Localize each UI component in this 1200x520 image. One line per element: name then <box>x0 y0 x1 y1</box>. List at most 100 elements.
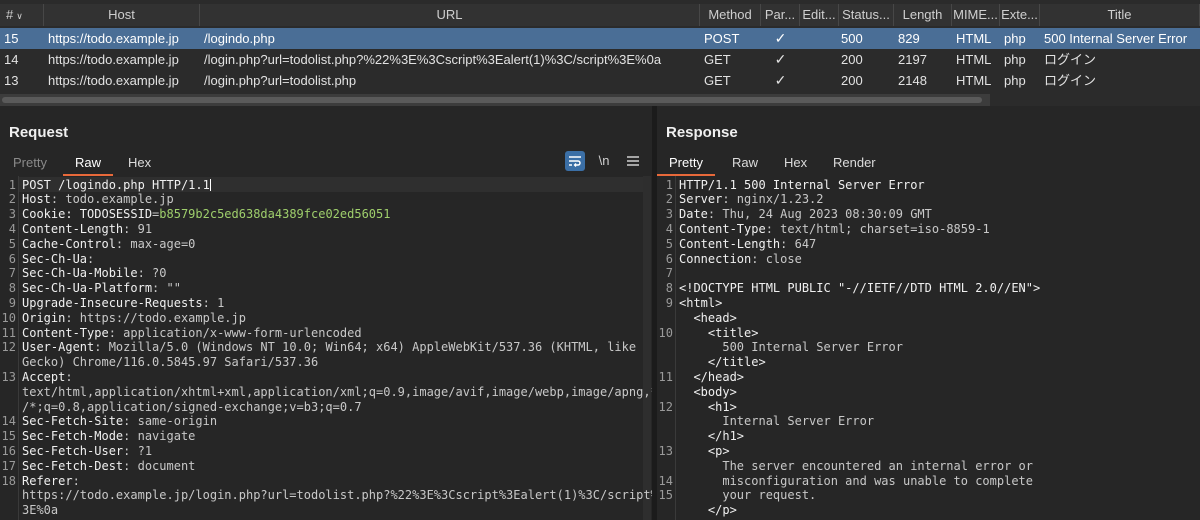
table-row[interactable]: 13 https://todo.example.jp /login.php?ur… <box>0 70 1200 91</box>
code-line: Host: todo.example.jp <box>22 192 174 207</box>
code-line: User-Agent: Mozilla/5.0 (Windows NT 10.0… <box>22 340 636 355</box>
header-name: Content-Type <box>22 325 109 340</box>
code-line: Date: Thu, 24 Aug 2023 08:30:09 GMT <box>679 207 932 222</box>
code-line: 3E%0a <box>22 503 58 518</box>
line-number: 9 <box>8 295 16 310</box>
column-header-mime[interactable]: MIME... <box>952 4 1000 26</box>
cell-method: POST <box>704 31 740 46</box>
column-header-method[interactable]: Method <box>700 4 761 26</box>
code-line: Sec-Fetch-Site: same-origin <box>22 414 217 429</box>
code-line: Sec-Ch-Ua-Mobile: ?0 <box>22 266 167 281</box>
cell-mime: HTML <box>956 73 992 88</box>
request-toolbar: \n <box>565 151 645 171</box>
column-header-url[interactable]: URL <box>200 4 700 26</box>
tab-raw[interactable]: Raw <box>732 153 758 173</box>
wrap-lines-icon[interactable] <box>565 151 585 171</box>
code-line: </p> <box>679 503 737 518</box>
header-value: : https://todo.example.jp <box>65 310 246 325</box>
cell-method: GET <box>704 52 731 67</box>
code-line: <!DOCTYPE HTML PUBLIC "-//IETF//DTD HTML… <box>679 281 1040 296</box>
line-number: 9 <box>665 295 673 310</box>
header-name: Sec-Fetch-User <box>22 443 124 458</box>
tab-hex[interactable]: Hex <box>784 153 807 173</box>
table-row[interactable]: 15 https://todo.example.jp /logindo.php … <box>0 28 1200 49</box>
header-name: Content-Length <box>679 236 781 251</box>
cell-mime: HTML <box>956 52 992 67</box>
column-header-host[interactable]: Host <box>44 4 200 26</box>
column-header-title[interactable]: Title <box>1040 4 1200 26</box>
code-line: <h1> <box>679 400 737 415</box>
column-header-extension[interactable]: Exte... <box>1000 4 1040 26</box>
code-line: </head> <box>679 370 744 385</box>
vertical-scrollbar[interactable] <box>643 176 651 520</box>
cell-title: ログイン <box>1044 52 1097 67</box>
column-header-status[interactable]: Status... <box>839 4 894 26</box>
request-title: Request <box>9 124 69 141</box>
code-line: </h1> <box>679 429 744 444</box>
line-number: 5 <box>665 236 673 251</box>
table-row[interactable]: 14 https://todo.example.jp /login.php?ur… <box>0 49 1200 70</box>
line-number: 12 <box>658 399 673 414</box>
tab-raw[interactable]: Raw <box>62 153 114 176</box>
cell-num: 13 <box>4 73 19 88</box>
horizontal-scrollbar[interactable] <box>0 94 990 106</box>
header-name: <!DOCTYPE HTML PUBLIC "-//IETF//DTD HTML… <box>679 281 1041 296</box>
cell-edited <box>800 49 839 70</box>
tab-pretty[interactable]: Pretty <box>657 153 715 176</box>
code-line: your request. <box>679 488 816 503</box>
hamburger-menu-icon[interactable] <box>623 151 643 171</box>
tab-render[interactable]: Render <box>833 153 876 173</box>
header-name: Cookie: TODOSESSID <box>22 207 153 222</box>
cell-num: 14 <box>4 52 19 67</box>
line-number: 8 <box>665 281 673 296</box>
cookie-value: b8579b2c5ed638da4389fce02ed56051 <box>159 207 391 222</box>
line-number: 10 <box>658 325 673 340</box>
line-number: 13 <box>658 443 673 458</box>
header-name: Origin <box>22 310 66 325</box>
code-line: Server: nginx/1.23.2 <box>679 192 824 207</box>
params-check-icon: ✓ <box>774 51 787 67</box>
header-value: : 91 <box>123 221 153 236</box>
cell-num: 15 <box>4 31 19 46</box>
scrollbar-thumb[interactable] <box>2 97 982 103</box>
cell-length: 829 <box>898 31 920 46</box>
cell-length: 2197 <box>898 52 927 67</box>
code-line: <head> <box>679 311 736 326</box>
line-number: 11 <box>1 325 16 340</box>
line-number: 14 <box>1 414 16 429</box>
sort-descending-icon[interactable]: ∨ <box>16 11 23 21</box>
code-line: Sec-Fetch-Mode: navigate <box>22 429 195 444</box>
header-value: : max-age=0 <box>115 236 196 251</box>
column-header-edited[interactable]: Edit... <box>800 4 839 26</box>
line-number: 11 <box>658 369 673 384</box>
cell-mime: HTML <box>956 31 992 46</box>
show-newlines-button[interactable]: \n <box>594 151 614 171</box>
column-header-length[interactable]: Length <box>894 4 952 26</box>
code-line: https://todo.example.jp/login.php?url=to… <box>22 488 652 503</box>
tab-pretty[interactable]: Pretty <box>13 153 47 173</box>
code-line: text/html,application/xhtml+xml,applicat… <box>22 385 652 400</box>
header-value: misconfiguration and was unable to compl… <box>679 473 1034 488</box>
header-value: The server encountered an internal error… <box>679 458 1034 473</box>
header-name: User-Agent <box>22 340 95 355</box>
code-line: Content-Type: application/x-www-form-url… <box>22 326 362 341</box>
line-number: 5 <box>8 236 16 251</box>
cell-host: https://todo.example.jp <box>48 31 179 46</box>
column-header-num[interactable]: # ∨ <box>0 4 44 26</box>
cell-method: GET <box>704 73 731 88</box>
column-header-params[interactable]: Par... <box>761 4 800 26</box>
header-name: Cache-Control <box>22 236 116 251</box>
response-editor[interactable]: 1 HTTP/1.1 500 Internal Server Error 2 Serv… <box>657 176 1200 520</box>
header-value: : application/x-www-form-urlencoded <box>108 325 362 340</box>
request-editor[interactable]: 1 POST /logindo.php HTTP/1.1 2 Host: todo.e… <box>0 176 652 520</box>
line-number: 1 <box>8 177 16 192</box>
code-line: Upgrade-Insecure-Requests: 1 <box>22 296 224 311</box>
line-number: 8 <box>8 281 16 296</box>
line-number: 1 <box>665 177 673 192</box>
tab-hex[interactable]: Hex <box>128 153 151 173</box>
code-line: Referer: <box>22 474 80 489</box>
line-number: 6 <box>8 251 16 266</box>
header-value: 500 Internal Server Error <box>679 340 903 355</box>
header-name: Upgrade-Insecure-Requests <box>22 295 203 310</box>
line-number: 4 <box>665 221 673 236</box>
